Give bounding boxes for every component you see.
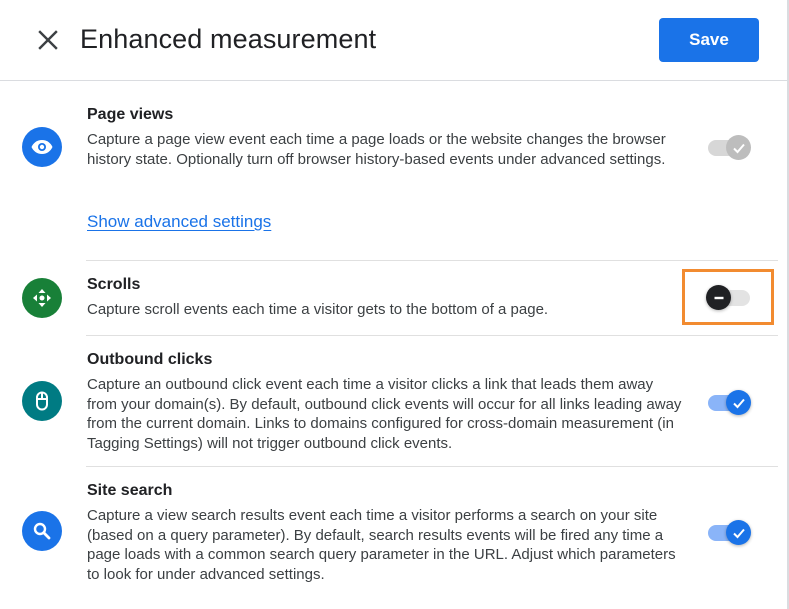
page-views-title: Page views [87, 106, 174, 123]
page-views-toggle[interactable] [706, 134, 752, 160]
check-icon [732, 143, 745, 153]
site-search-icon-badge [22, 511, 62, 551]
site-search-title: Site search [87, 482, 173, 499]
scroll-arrows-icon [33, 289, 51, 307]
row-divider [86, 260, 778, 261]
outbound-clicks-icon-badge [22, 381, 62, 421]
check-icon [732, 528, 745, 538]
outbound-clicks-title: Outbound clicks [87, 351, 213, 368]
save-button[interactable]: Save [659, 18, 759, 62]
panel-header: Enhanced measurement Save [0, 0, 787, 81]
page-title: Enhanced measurement [80, 24, 377, 54]
enhanced-measurement-panel: Enhanced measurement Save Page views Cap… [0, 0, 789, 609]
scrolls-description: Capture scroll events each time a visito… [87, 301, 549, 318]
toggle-thumb [726, 390, 751, 415]
search-icon [33, 522, 51, 540]
site-search-toggle[interactable] [706, 519, 752, 545]
eye-icon [31, 140, 53, 154]
show-advanced-settings-link[interactable]: Show advanced settings [87, 212, 271, 232]
row-divider [86, 335, 778, 336]
outbound-clicks-toggle[interactable] [706, 389, 752, 415]
scrolls-title: Scrolls [87, 276, 141, 293]
outbound-clicks-description: Capture an outbound click event each tim… [87, 376, 682, 452]
row-divider [86, 466, 778, 467]
toggle-thumb [726, 135, 751, 160]
page-views-description: Capture a page view event each time a pa… [87, 131, 666, 168]
page-views-icon-badge [22, 127, 62, 167]
scrolls-icon-badge [22, 278, 62, 318]
site-search-description: Capture a view search results event each… [87, 507, 676, 583]
close-button[interactable] [33, 25, 63, 55]
mouse-icon [36, 391, 48, 411]
highlight-box [682, 269, 774, 325]
close-icon [38, 30, 58, 50]
toggle-thumb [726, 520, 751, 545]
check-icon [732, 398, 745, 408]
